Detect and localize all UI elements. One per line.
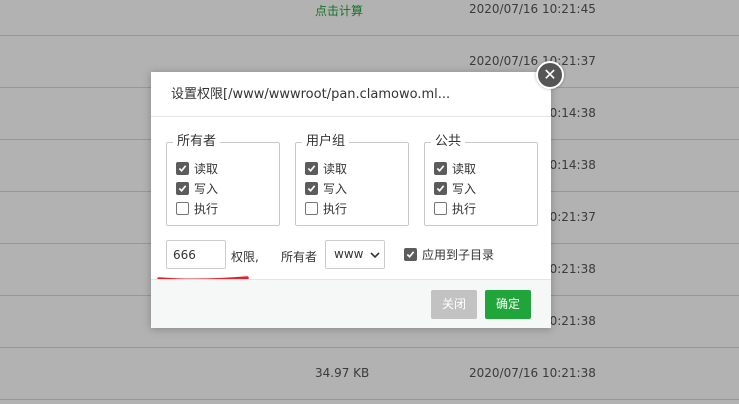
permission-group-legend: 公共	[431, 134, 466, 150]
checkbox-checked-icon[interactable]	[305, 181, 318, 195]
permission-checkbox[interactable]: 执行	[434, 199, 476, 217]
checkbox-unchecked-icon[interactable]	[305, 201, 318, 215]
checkbox-checked-icon[interactable]	[305, 161, 318, 175]
permission-checkbox-label: 写入	[194, 181, 219, 196]
checkbox-checked-icon[interactable]	[404, 247, 417, 261]
permission-checkbox-label: 读取	[323, 161, 348, 176]
cancel-button[interactable]: 关闭	[431, 290, 477, 319]
checkbox-checked-icon[interactable]	[176, 181, 189, 195]
permission-group-legend: 用户组	[302, 134, 350, 150]
dialog-footer: 关闭 确定	[151, 279, 551, 328]
chevron-down-icon	[370, 252, 380, 259]
permission-checkbox-label: 执行	[194, 201, 219, 216]
permission-checkbox-label: 写入	[323, 181, 348, 196]
permission-checkbox-label: 写入	[452, 181, 477, 196]
permission-dialog: 设置权限[/www/wwwroot/pan.clamowo.ml... ✕ 所有…	[151, 61, 564, 328]
permission-group: 用户组读取写入执行	[295, 134, 409, 226]
permission-checkbox[interactable]: 执行	[305, 199, 347, 217]
owner-select[interactable]: www	[325, 240, 385, 269]
checkbox-checked-icon[interactable]	[434, 161, 447, 175]
permission-group: 公共读取写入执行	[424, 134, 538, 226]
apply-subdirs-checkbox[interactable]: 应用到子目录	[404, 246, 494, 262]
permission-checkbox[interactable]: 读取	[305, 159, 347, 177]
owner-selected-value: www	[334, 247, 364, 261]
permission-checkbox[interactable]: 写入	[176, 179, 218, 197]
permission-checkbox-label: 执行	[452, 201, 477, 216]
checkbox-checked-icon[interactable]	[434, 181, 447, 195]
permission-group: 所有者读取写入执行	[166, 134, 280, 226]
permission-checkbox-label: 执行	[323, 201, 348, 216]
permission-label: 权限,	[231, 250, 259, 264]
apply-subdirs-label: 应用到子目录	[422, 247, 495, 262]
close-button[interactable]: ✕	[536, 61, 564, 89]
permission-checkbox-label: 读取	[452, 161, 477, 176]
owner-label: 所有者	[281, 250, 318, 264]
confirm-button[interactable]: 确定	[485, 290, 531, 319]
permission-checkbox[interactable]: 读取	[434, 159, 476, 177]
checkbox-checked-icon[interactable]	[176, 161, 189, 175]
close-icon[interactable]: ✕	[543, 67, 556, 83]
permission-checkbox[interactable]: 写入	[305, 179, 347, 197]
checkbox-unchecked-icon[interactable]	[434, 201, 447, 215]
permission-checkbox-label: 读取	[194, 161, 219, 176]
permission-checkbox[interactable]: 执行	[176, 199, 218, 217]
permission-checkbox[interactable]: 写入	[434, 179, 476, 197]
permission-checkbox[interactable]: 读取	[176, 159, 218, 177]
dialog-title: 设置权限[/www/wwwroot/pan.clamowo.ml...	[151, 72, 551, 117]
permission-value-input[interactable]	[166, 240, 226, 269]
permission-group-legend: 所有者	[173, 134, 221, 150]
checkbox-unchecked-icon[interactable]	[176, 201, 189, 215]
